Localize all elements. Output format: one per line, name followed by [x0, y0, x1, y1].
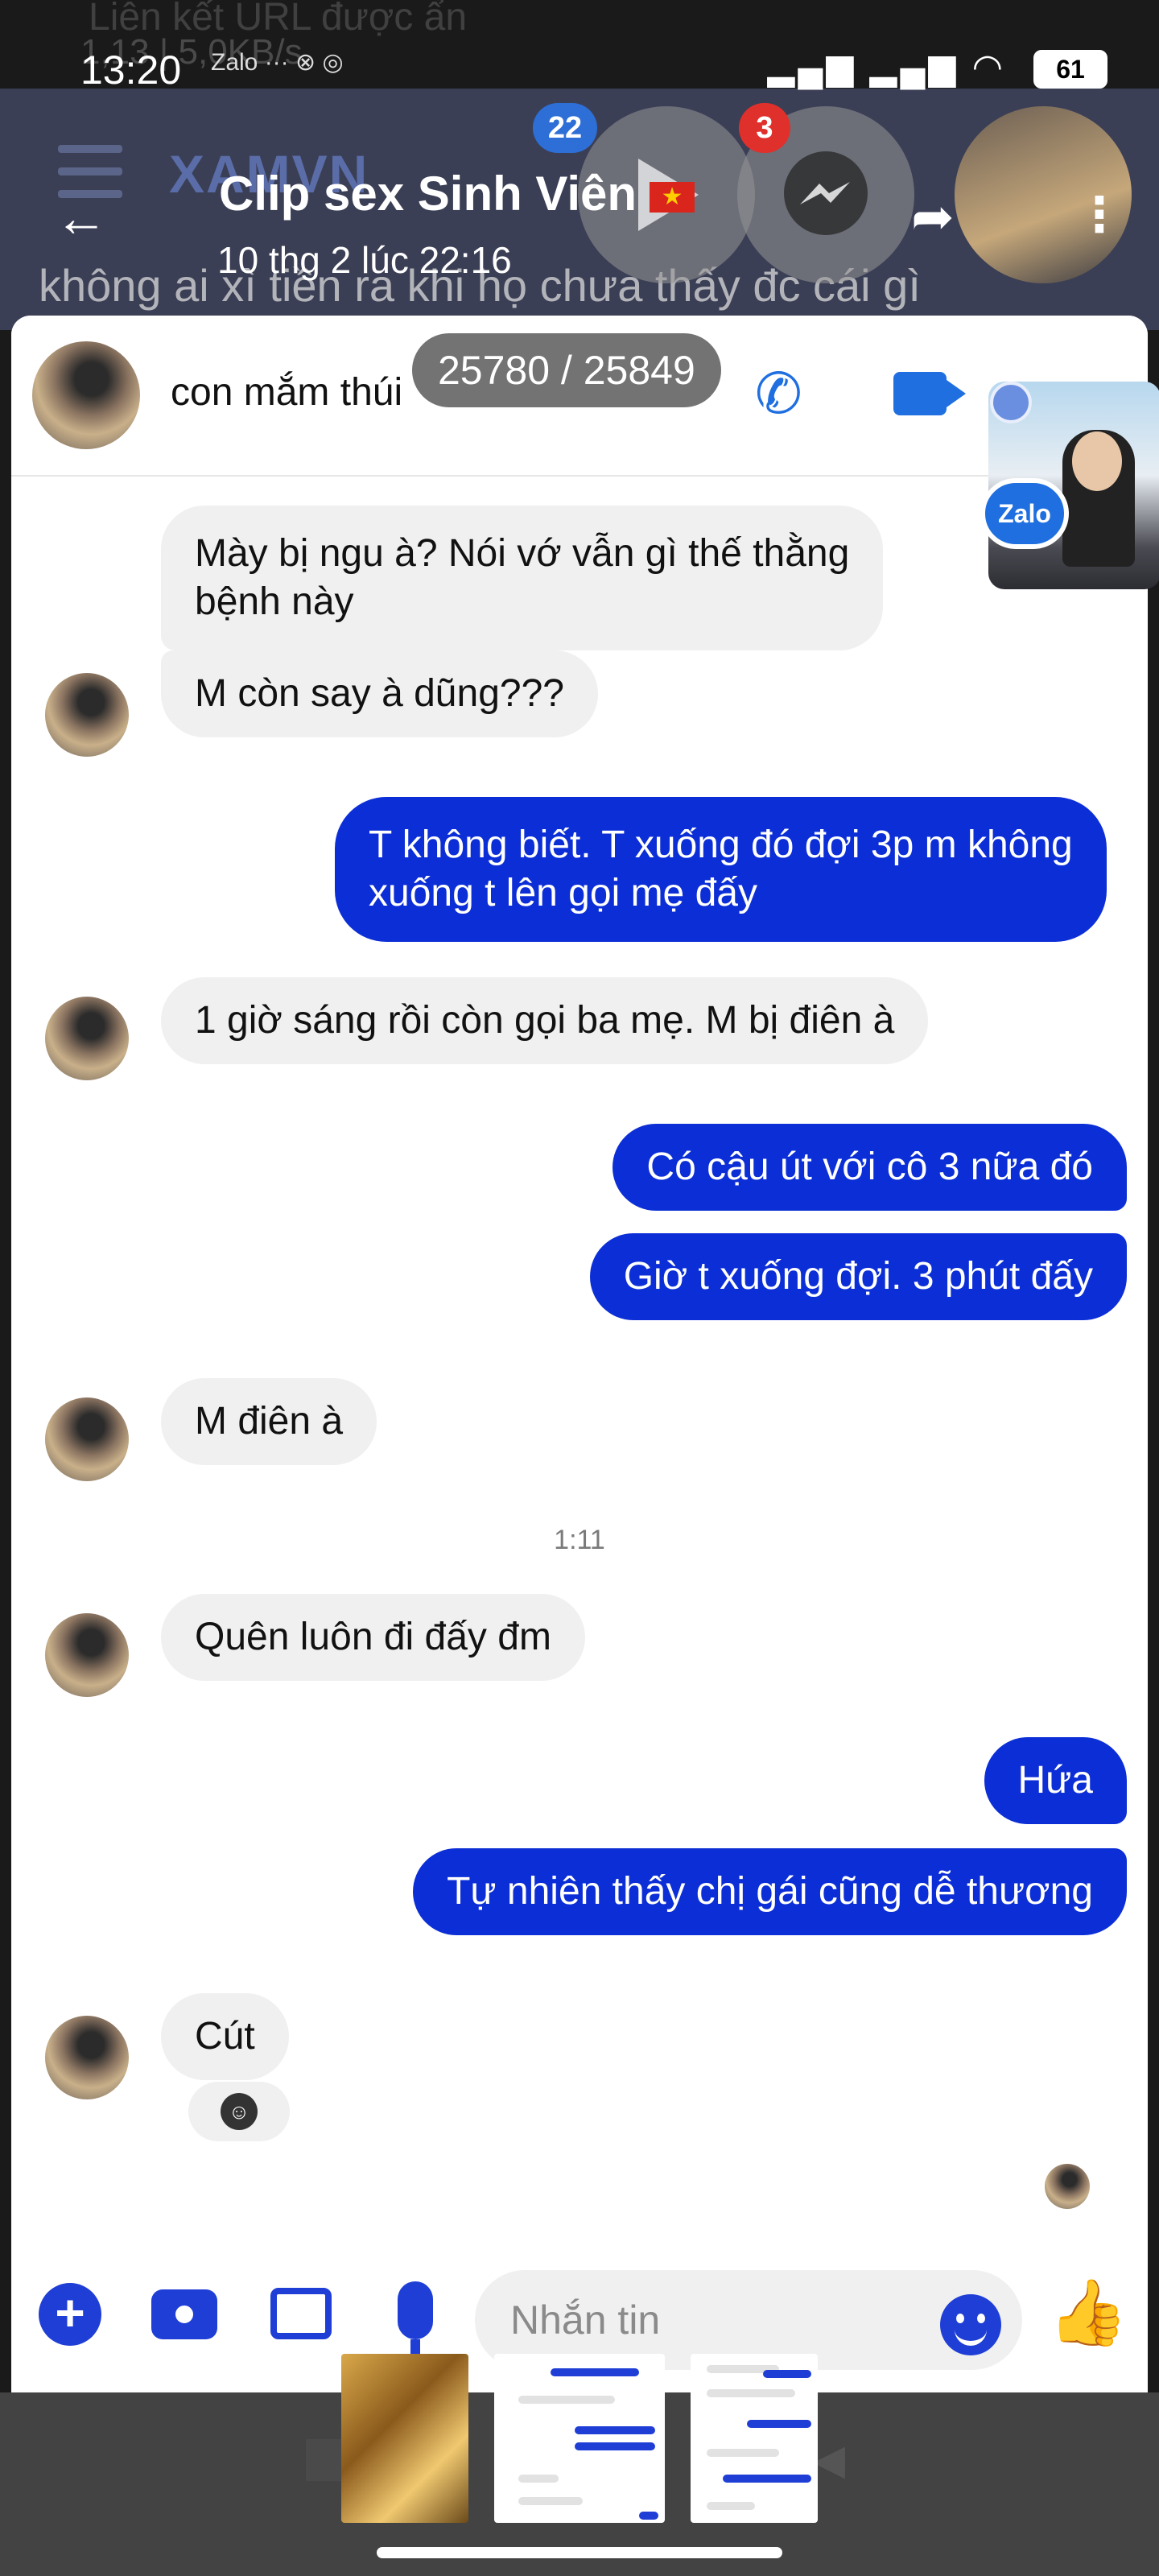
sender-avatar	[45, 997, 129, 1080]
message-line: Quên luôn đi đấy đm	[195, 1616, 551, 1658]
message-line: T không biết. T xuống đó đợi 3p m không	[369, 824, 1073, 866]
video-call-icon	[893, 372, 966, 415]
message-line: Có cậu út với cô 3 nữa đó	[646, 1146, 1093, 1188]
message-incoming: 1 giờ sáng rồi còn gọi ba mẹ. M bị điên …	[161, 977, 929, 1064]
add-reaction-chip: ☺	[188, 2082, 290, 2141]
thumbnail-chat-screenshot[interactable]	[494, 2354, 665, 2523]
message-line: 1 giờ sáng rồi còn gọi ba mẹ. M bị điên …	[195, 999, 895, 1042]
sender-avatar	[45, 1397, 129, 1481]
post-title: Clip sex Sinh Viên ★	[219, 166, 695, 221]
message-line: Mày bị ngu à? Nói vớ vẫn gì thế thằng	[195, 532, 850, 575]
message-line: Hứa	[1017, 1759, 1094, 1802]
video-bubble-badge: 22	[533, 103, 597, 153]
contact-name: con mắm thúi	[171, 371, 403, 414]
message-incoming: Mày bị ngu à? Nói vớ vẫn gì thế thằng bệ…	[161, 506, 884, 650]
zalo-person-face	[1072, 431, 1122, 491]
vietnam-flag-icon: ★	[650, 182, 695, 213]
thumbnail-image[interactable]	[341, 2354, 468, 2523]
message-line: M điên à	[195, 1400, 344, 1443]
tray-right-control[interactable]: ◀	[813, 2439, 855, 2481]
status-time: 13:20	[80, 47, 182, 93]
message-line: Tự nhiên thấy chị gái cũng dễ thương	[447, 1870, 1093, 1913]
plus-icon: +	[39, 2283, 101, 2346]
post-title-text: Clip sex Sinh Viên	[219, 167, 637, 221]
message-line: M còn say à dũng???	[195, 672, 564, 715]
share-icon[interactable]: ➦	[911, 187, 955, 247]
message-line: xuống t lên gọi mẹ đấy	[369, 872, 757, 914]
time-separator: 1:11	[554, 1525, 605, 1555]
battery-indicator: 61	[1033, 50, 1107, 89]
camera-icon	[151, 2289, 217, 2339]
emoji-icon	[940, 2294, 1001, 2355]
emoji-add-icon: ☺	[221, 2093, 258, 2130]
phone-icon: ✆	[755, 362, 802, 425]
message-incoming: M điên à	[161, 1378, 377, 1465]
back-arrow-icon[interactable]: ←	[55, 187, 108, 248]
message-outgoing: Tự nhiên thấy chị gái cũng dễ thương	[413, 1848, 1127, 1935]
thumbs-up-icon: 👍	[1048, 2277, 1128, 2348]
image-counter: 25780 / 25849	[412, 333, 721, 407]
sender-avatar	[45, 1613, 129, 1697]
zalo-indicator-dot	[990, 382, 1032, 423]
thumbnail-chat-screenshot[interactable]	[691, 2354, 818, 2523]
image-icon	[270, 2288, 332, 2339]
message-incoming: Quên luôn đi đấy đm	[161, 1594, 585, 1681]
contact-avatar	[32, 341, 140, 449]
message-outgoing: Giờ t xuống đợi. 3 phút đấy	[589, 1233, 1127, 1320]
message-outgoing: Có cậu út với cô 3 nữa đó	[612, 1124, 1127, 1211]
message-line: Giờ t xuống đợi. 3 phút đấy	[623, 1255, 1093, 1298]
message-line: Cút	[195, 2015, 255, 2058]
messenger-icon	[784, 151, 868, 235]
gesture-nav-handle[interactable]	[377, 2547, 782, 2558]
microphone-icon	[398, 2281, 433, 2339]
message-outgoing: Hứa	[984, 1737, 1127, 1824]
sender-avatar	[45, 673, 129, 757]
message-outgoing: T không biết. T xuống đó đợi 3p m không …	[335, 797, 1107, 942]
seen-indicator-avatar	[1045, 2164, 1090, 2209]
message-incoming: Cút	[161, 1993, 289, 2080]
message-line: bệnh này	[195, 580, 354, 623]
status-notification-icons: Zalo ··· ⊗ ◎	[211, 49, 344, 76]
more-vertical-icon[interactable]: ⋮	[1075, 187, 1124, 243]
zalo-badge: Zalo	[980, 478, 1069, 549]
post-date: 10 thg 2 lúc 22:16	[217, 239, 512, 281]
sender-avatar	[45, 2016, 129, 2099]
message-incoming: M còn say à dũng???	[161, 650, 598, 737]
signal-wifi-icons: ▂▄▆ ▂▄▆ ◠	[767, 47, 1006, 87]
messenger-bubble-badge: 3	[739, 103, 790, 153]
